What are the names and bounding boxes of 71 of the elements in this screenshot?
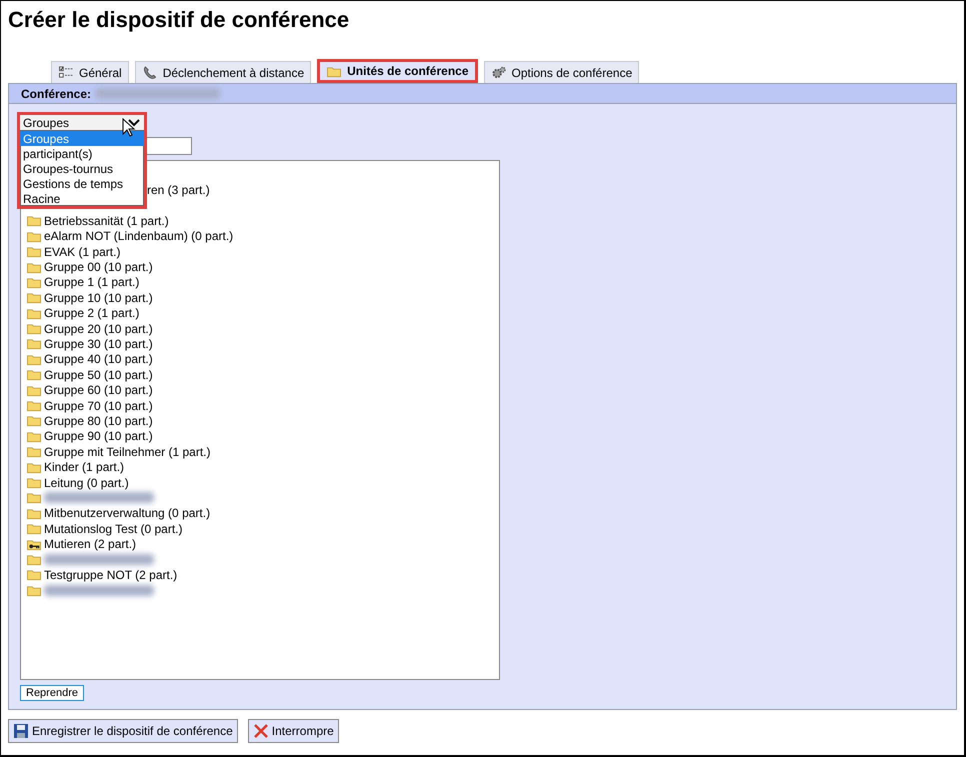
tree-item[interactable]: Betriebssanität (1 part.) xyxy=(44,214,169,228)
tree-item[interactable]: Gruppe mit Teilnehmer (1 part.) xyxy=(44,444,211,459)
folder-icon xyxy=(26,322,42,336)
tree-item[interactable]: Gruppe 90 (10 part.) xyxy=(44,429,153,444)
phone-icon xyxy=(142,66,158,79)
footer-button[interactable]: Interrompre xyxy=(248,719,339,743)
tree-item[interactable]: Gruppe 00 (10 part.) xyxy=(44,260,153,274)
tree-item[interactable]: Leitung (0 part.) xyxy=(44,476,129,490)
key-folder-icon xyxy=(26,538,42,551)
pointer-icon xyxy=(122,118,136,138)
dropdown-option[interactable]: Gestions de temps xyxy=(20,176,144,191)
tree-item[interactable]: Testgruppe NOT (2 part.) xyxy=(44,568,178,582)
folder-icon xyxy=(26,491,42,504)
folder-icon xyxy=(26,352,42,366)
tree-item[interactable]: Gruppe 1 (1 part.) xyxy=(44,275,140,290)
tab[interactable]: Options de conférence xyxy=(484,61,640,83)
folder-icon xyxy=(26,506,42,520)
folder-icon xyxy=(26,522,42,536)
checklist-icon xyxy=(58,66,74,79)
folder-icon xyxy=(26,568,42,582)
folder-icon xyxy=(26,291,42,304)
tree-item[interactable]: Kinder (1 part.) xyxy=(44,460,124,474)
tree-item[interactable]: Mitbenutzerverwaltung (0 part.) xyxy=(44,506,210,520)
dropdown-option[interactable]: Racine xyxy=(20,191,144,206)
tree-item[interactable]: Gruppe 20 (10 part.) xyxy=(44,322,153,336)
folder-icon xyxy=(26,260,42,274)
tab[interactable]: Général xyxy=(51,61,129,83)
folder-icon xyxy=(26,245,42,258)
tree-item[interactable]: Gruppe 80 (10 part.) xyxy=(44,414,153,428)
folder-icon xyxy=(26,584,42,597)
folder-icon xyxy=(26,414,42,428)
tab[interactable]: Déclenchement à distance xyxy=(134,61,312,83)
tree-item[interactable]: Gruppe 50 (10 part.) xyxy=(44,368,153,382)
tree-item[interactable]: Gruppe 70 (10 part.) xyxy=(44,398,153,413)
tree-item[interactable]: Gruppe 10 (10 part.) xyxy=(44,290,153,305)
dropdown-option[interactable]: Groupes xyxy=(20,131,144,146)
dropdown-option[interactable]: participant(s) xyxy=(20,146,144,161)
tree-item[interactable]: Gruppe 2 (1 part.) xyxy=(44,306,140,320)
group-type-dropdown[interactable]: Groupes Groupes participant(s) Groupes-tournus Gestions de temps Racine xyxy=(17,112,147,209)
dropdown-option[interactable]: Groupes-tournus xyxy=(20,161,144,176)
tab[interactable]: Unités de conférence xyxy=(317,59,478,83)
folder-icon xyxy=(26,399,42,412)
tree-item[interactable]: Mutieren (2 part.) xyxy=(44,537,136,552)
folder-icon xyxy=(26,368,42,382)
tree-item[interactable]: Gruppe 40 (10 part.) xyxy=(44,352,153,366)
conference-label: Conférence: xyxy=(21,86,92,100)
gears-icon xyxy=(490,66,506,79)
footer-button[interactable]: Enregistrer le dispositif de conférence xyxy=(8,719,238,743)
folder-icon xyxy=(26,384,42,397)
tree-item[interactable]: ren (3 part.) xyxy=(147,183,210,198)
folder-icon xyxy=(26,214,42,228)
folder-icon xyxy=(26,476,42,489)
cross-icon xyxy=(252,723,269,739)
folder-icon xyxy=(26,552,42,566)
tree-item[interactable]: eAlarm NOT (Lindenbaum) (0 part.) xyxy=(44,229,234,244)
folder-icon xyxy=(326,64,342,78)
folder-icon xyxy=(26,430,42,443)
folder-icon xyxy=(26,230,42,243)
folder-icon xyxy=(26,337,42,350)
page-title: Créer le dispositif de conférence xyxy=(8,7,350,34)
caret-icon xyxy=(128,118,140,126)
folder-icon xyxy=(26,445,42,458)
tree-item[interactable]: Mutationslog Test (0 part.) xyxy=(44,522,183,536)
tree-item[interactable]: EVAK (1 part.) xyxy=(44,244,120,259)
tree-item[interactable]: Gruppe 30 (10 part.) xyxy=(44,336,153,351)
tree-item[interactable]: Gruppe 60 (10 part.) xyxy=(44,383,153,398)
folder-icon xyxy=(26,276,42,289)
folder-icon xyxy=(26,306,42,320)
apply-button[interactable]: Reprendre xyxy=(20,685,84,701)
filter-field[interactable] xyxy=(146,137,192,155)
folder-icon xyxy=(26,460,42,474)
